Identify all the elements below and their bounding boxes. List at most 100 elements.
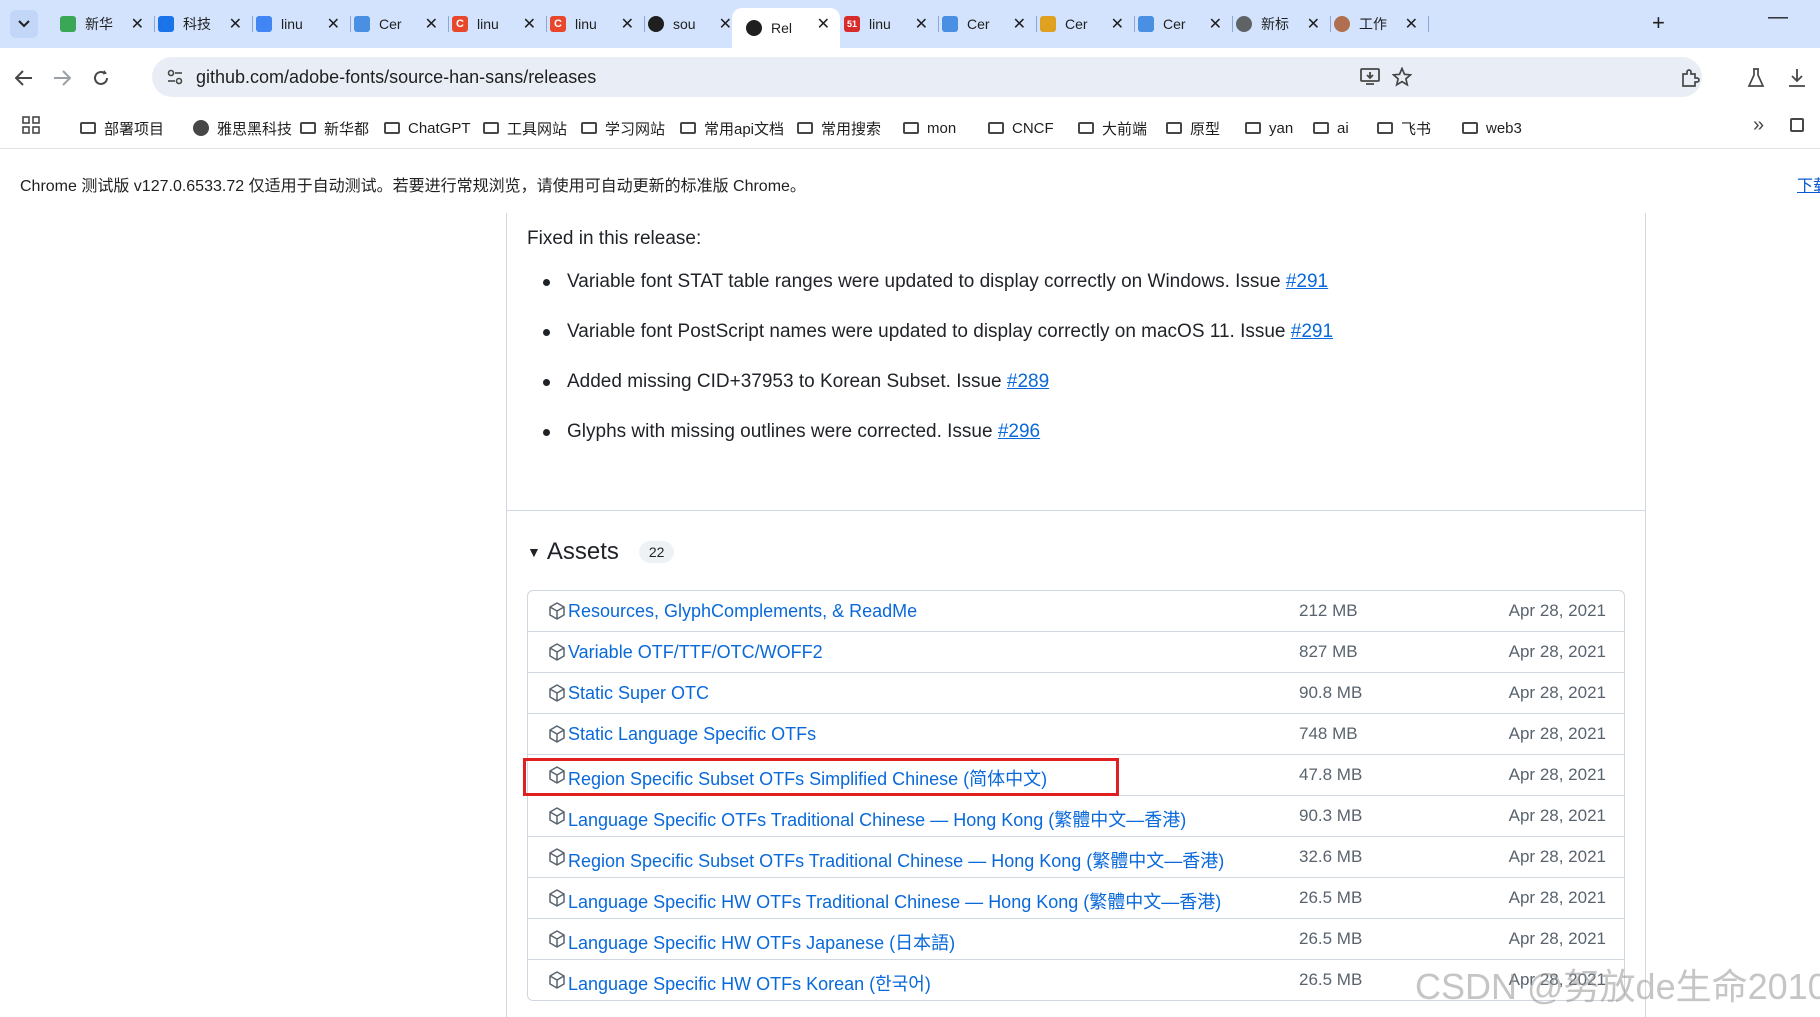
tab-label[interactable]: linu: [477, 16, 509, 32]
tab-10[interactable]: Cer ✕: [1026, 8, 1135, 40]
bookmark-item[interactable]: mon: [903, 117, 956, 139]
bookmark-star-icon[interactable]: [1392, 67, 1412, 87]
close-tab-icon[interactable]: ✕: [817, 14, 830, 34]
bookmark-item[interactable]: 飞书: [1377, 117, 1431, 139]
bookmark-label[interactable]: 常用api文档: [704, 118, 784, 139]
issue-link[interactable]: #296: [998, 421, 1040, 442]
site-settings-icon[interactable]: [166, 68, 184, 86]
tab-2[interactable]: linu ✕: [242, 8, 351, 40]
close-tab-icon[interactable]: ✕: [1209, 14, 1222, 34]
bookmark-label[interactable]: ChatGPT: [408, 120, 471, 137]
bookmark-label[interactable]: yan: [1269, 120, 1293, 137]
tab-label[interactable]: Cer: [379, 16, 411, 32]
bookmark-item[interactable]: web3: [1462, 117, 1522, 139]
tab-3[interactable]: Cer ✕: [340, 8, 449, 40]
tab-12[interactable]: 新标 ✕: [1222, 8, 1331, 40]
more-bookmarks-chevron-icon[interactable]: »: [1753, 114, 1764, 137]
bookmark-item[interactable]: 雅思黑科技: [193, 117, 292, 139]
close-tab-icon[interactable]: ✕: [719, 14, 732, 34]
tab-label[interactable]: 新华: [85, 14, 117, 34]
asset-name-link[interactable]: Language Specific HW OTFs Japanese (日本語): [568, 929, 955, 955]
issue-link[interactable]: #289: [1007, 371, 1049, 392]
asset-name-link[interactable]: Language Specific HW OTFs Korean (한국어): [568, 970, 931, 996]
tab-label[interactable]: 新标: [1261, 14, 1293, 34]
issue-link[interactable]: #291: [1291, 321, 1333, 342]
bookmark-item[interactable]: 常用搜索: [797, 117, 881, 139]
tab-label[interactable]: linu: [281, 16, 313, 32]
install-app-icon[interactable]: [1360, 68, 1380, 86]
bookmark-label[interactable]: 学习网站: [605, 118, 665, 139]
bookmark-label[interactable]: 大前端: [1102, 118, 1147, 139]
bookmark-item[interactable]: ChatGPT: [384, 117, 471, 139]
bookmark-label[interactable]: 原型: [1190, 118, 1220, 139]
bookmark-label[interactable]: web3: [1486, 120, 1522, 137]
close-tab-icon[interactable]: ✕: [1013, 14, 1026, 34]
close-tab-icon[interactable]: ✕: [621, 14, 634, 34]
tab-11[interactable]: Cer ✕: [1124, 8, 1233, 40]
bookmark-label[interactable]: ai: [1337, 120, 1349, 137]
close-tab-icon[interactable]: ✕: [1307, 14, 1320, 34]
back-button[interactable]: [8, 62, 40, 94]
tab-1[interactable]: 科技 ✕: [144, 8, 253, 40]
close-tab-icon[interactable]: ✕: [1405, 14, 1418, 34]
all-bookmarks-folder-icon[interactable]: [1790, 118, 1804, 132]
tab-label[interactable]: 科技: [183, 14, 215, 34]
download-icon[interactable]: [1788, 68, 1806, 88]
issue-link[interactable]: #291: [1286, 271, 1328, 292]
new-tab-button[interactable]: +: [1652, 10, 1665, 36]
tab-label[interactable]: linu: [869, 16, 901, 32]
bookmark-label[interactable]: 工具网站: [507, 118, 567, 139]
labs-flask-icon[interactable]: [1747, 68, 1765, 88]
reload-button[interactable]: [85, 62, 117, 94]
bookmark-label[interactable]: 新华都: [324, 118, 369, 139]
asset-name-link[interactable]: Resources, GlyphComplements, & ReadMe: [568, 601, 917, 622]
bookmark-label[interactable]: mon: [927, 120, 956, 137]
bookmark-item[interactable]: yan: [1245, 117, 1293, 139]
address-bar[interactable]: github.com/adobe-fonts/source-han-sans/r…: [152, 57, 1702, 97]
forward-button[interactable]: [46, 62, 78, 94]
close-tab-icon[interactable]: ✕: [915, 14, 928, 34]
bookmark-label[interactable]: 雅思黑科技: [217, 118, 292, 139]
tab-7[interactable]: Rel ✕: [732, 8, 840, 48]
asset-name-link[interactable]: Variable OTF/TTF/OTC/WOFF2: [568, 642, 823, 663]
bookmark-item[interactable]: 学习网站: [581, 117, 665, 139]
caret-down-icon[interactable]: ▼: [527, 544, 541, 560]
url-text[interactable]: github.com/adobe-fonts/source-han-sans/r…: [196, 67, 596, 88]
asset-name-link[interactable]: Language Specific HW OTFs Traditional Ch…: [568, 888, 1221, 914]
tab-5[interactable]: Clinu ✕: [536, 8, 645, 40]
bookmark-item[interactable]: 大前端: [1078, 117, 1147, 139]
tab-4[interactable]: Clinu ✕: [438, 8, 547, 40]
close-tab-icon[interactable]: ✕: [1111, 14, 1124, 34]
tab-8[interactable]: 51 linu ✕: [830, 8, 939, 40]
assets-title[interactable]: Assets: [547, 538, 619, 566]
infobar-download-link[interactable]: 下载: [1797, 172, 1820, 196]
bookmark-item[interactable]: 常用api文档: [680, 117, 784, 139]
bookmark-label[interactable]: 部署项目: [104, 118, 164, 139]
asset-name-link[interactable]: Language Specific OTFs Traditional Chine…: [568, 806, 1186, 832]
tab-6[interactable]: sou ✕: [634, 8, 743, 40]
tab-label[interactable]: Cer: [1163, 16, 1195, 32]
close-tab-icon[interactable]: ✕: [229, 14, 242, 34]
tab-9[interactable]: Cer ✕: [928, 8, 1037, 40]
tab-13[interactable]: 工作 ✕: [1320, 8, 1429, 40]
bookmark-item[interactable]: CNCF: [988, 117, 1054, 139]
close-tab-icon[interactable]: ✕: [425, 14, 438, 34]
bookmark-item[interactable]: 部署项目: [80, 117, 164, 139]
close-tab-icon[interactable]: ✕: [523, 14, 536, 34]
close-tab-icon[interactable]: ✕: [327, 14, 340, 34]
asset-name-link[interactable]: Static Language Specific OTFs: [568, 724, 816, 745]
tab-label[interactable]: linu: [575, 16, 607, 32]
close-tab-icon[interactable]: ✕: [131, 14, 144, 34]
bookmark-item[interactable]: 新华都: [300, 117, 369, 139]
asset-name-link[interactable]: Region Specific Subset OTFs Traditional …: [568, 847, 1224, 873]
bookmark-item[interactable]: 工具网站: [483, 117, 567, 139]
minimize-window-button[interactable]: —: [1768, 6, 1788, 29]
tab-label[interactable]: Cer: [967, 16, 999, 32]
bookmark-label[interactable]: 飞书: [1401, 118, 1431, 139]
tab-label[interactable]: sou: [673, 16, 705, 32]
tab-0[interactable]: 新华 ✕: [46, 8, 155, 40]
bookmark-label[interactable]: 常用搜索: [821, 118, 881, 139]
extensions-icon[interactable]: [1680, 68, 1700, 88]
tab-label[interactable]: 工作: [1359, 14, 1391, 34]
bookmark-item[interactable]: 原型: [1166, 117, 1220, 139]
